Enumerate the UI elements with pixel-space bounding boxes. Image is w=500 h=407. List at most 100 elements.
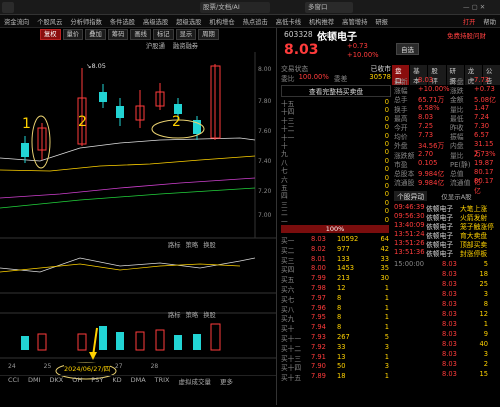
toolbar-button[interactable]: 叠加 <box>85 29 106 40</box>
order-row-buy: 买四 8.00 1453 35 <box>281 264 389 274</box>
ratio-value: 100.00% <box>298 73 329 81</box>
help-menu[interactable]: 帮助 <box>479 17 500 26</box>
buy-count: 35 <box>380 264 389 273</box>
order-row-buy: 买十五 7.89 18 1 <box>281 372 389 382</box>
indicator-tab[interactable]: DMI <box>28 376 41 387</box>
toolbar-button[interactable]: 标记 <box>152 29 174 40</box>
tick-price: 8.03 <box>442 340 457 348</box>
indicator-tab[interactable]: DKX <box>50 376 64 387</box>
quote-value: 7.30 <box>474 122 490 130</box>
high-label: 8.05 <box>91 62 106 70</box>
indicator-link[interactable]: 换股 <box>203 310 216 319</box>
stock-name: 依顿电子 <box>317 32 357 43</box>
indicator-link[interactable]: 路标 <box>168 240 181 249</box>
toolbar-button[interactable]: 显示 <box>175 29 197 40</box>
detail-header: 个股异动 仅显示A股 <box>394 191 472 201</box>
menu-item[interactable]: 资金流向 <box>0 17 33 26</box>
buy-price: 7.98 <box>311 284 326 292</box>
order-row-buy: 买十三 7.91 13 1 <box>281 353 389 363</box>
menu-item[interactable]: 超级选股 <box>172 17 205 26</box>
buy-volume: 50 <box>337 362 346 371</box>
toolbar-button[interactable]: 周期 <box>198 29 219 40</box>
buy-count: 1 <box>384 372 389 381</box>
buy-level-label: 买八 <box>281 305 295 314</box>
menu-item[interactable]: 机构增仓 <box>205 17 238 26</box>
scroll-tip[interactable]: 免费持股问财 <box>447 30 486 40</box>
toolbar-button[interactable]: 筹码 <box>107 29 129 40</box>
indicator-link[interactable]: 策略 <box>186 240 199 249</box>
sell-volume: 0 <box>384 207 389 216</box>
tick-price: 8.03 <box>442 270 457 278</box>
subtab[interactable]: 融资融券 <box>173 41 198 50</box>
indicator-tab[interactable]: CCI <box>8 376 19 387</box>
sell-volume: 0 <box>384 182 389 190</box>
indicator-tab[interactable]: OH <box>72 376 82 387</box>
event-stock: 依顿电子 <box>426 250 454 258</box>
buy-price: 7.95 <box>311 313 326 322</box>
menu-item[interactable]: 研报 <box>371 17 392 26</box>
indicator-link[interactable]: 换股 <box>203 240 216 249</box>
indicator-tab[interactable]: DMA <box>131 376 146 387</box>
indicator-link[interactable]: 路标 <box>168 310 181 319</box>
quote-value: 6.58% <box>418 103 440 112</box>
buy-price: 8.02 <box>311 244 326 253</box>
sell-volume: 0 <box>384 165 389 174</box>
buy-price: 8.01 <box>311 254 326 263</box>
indicator-tab[interactable]: KD <box>112 376 121 387</box>
buy-level-label: 买十 <box>281 325 295 334</box>
indicator-tab[interactable]: TRIX <box>155 376 170 387</box>
buy-level-label: 买五 <box>281 276 295 285</box>
order-row-buy: 买九 7.95 8 1 <box>281 313 389 324</box>
menu-item[interactable]: 高低卡线 <box>272 17 305 26</box>
buy-level-label: 买一 <box>281 237 295 245</box>
subtab[interactable]: 沪股通 <box>146 41 165 50</box>
menu-item[interactable]: 条件选股 <box>106 17 139 26</box>
notice-button[interactable]: 多窗口 <box>305 2 353 13</box>
tick-row: 8.03 2 <box>394 360 500 369</box>
tick-volume: 18 <box>479 270 488 278</box>
full-book-button[interactable]: 查看完整档买卖盘 <box>281 85 391 97</box>
tick-time: 15:00:00 <box>394 260 425 268</box>
quote-value: 8.03 <box>418 112 434 121</box>
indicator-tab[interactable]: PSY <box>91 376 103 387</box>
sell-volume: 0 <box>384 173 389 182</box>
window-controls[interactable]: — ▢ ✕ <box>460 2 488 13</box>
order-row-sell: 十五 0 <box>281 98 389 108</box>
toolbar-button[interactable]: 量价 <box>62 29 84 40</box>
y-tick: 7.60 <box>258 128 272 135</box>
buy-level-label: 买三 <box>281 256 295 265</box>
sell-volume: 0 <box>384 190 389 199</box>
search-placeholder: 股票/文档/AI <box>203 3 240 11</box>
indicator-tab[interactable]: 虚拟成交量 <box>179 376 212 387</box>
buy-count: 3 <box>384 342 389 351</box>
event-time: 09:56:30 <box>394 212 425 220</box>
buy-volume: 133 <box>337 254 350 263</box>
detail-filter[interactable]: 仅显示A股 <box>441 191 471 201</box>
buy-count: 1 <box>384 323 389 332</box>
order-row-buy: 买十一 7.93 267 5 <box>281 333 389 343</box>
indicator-tab[interactable]: 更多 <box>220 376 233 387</box>
menu-item[interactable]: 高管增持 <box>338 17 371 26</box>
sell-volume: 0 <box>384 123 389 132</box>
buy-level-label: 买九 <box>281 315 295 324</box>
buy-volume: 10592 <box>337 235 359 243</box>
toolbar-button[interactable]: 复权 <box>40 29 61 40</box>
toolbar-button[interactable]: 画线 <box>130 29 151 40</box>
tick-row: 8.03 1 <box>394 320 500 329</box>
menu-item[interactable]: 热点追击 <box>239 17 272 26</box>
open-menu[interactable]: 打开 <box>459 17 480 26</box>
quote-value: 8.03 <box>418 76 434 84</box>
indicator-link[interactable]: 策略 <box>186 310 199 319</box>
detail-title[interactable]: 个股异动 <box>394 191 428 201</box>
search-input[interactable]: 股票/文档/AI <box>200 2 270 13</box>
event-time: 09:46:39 <box>394 203 425 211</box>
tick-price: 8.03 <box>442 290 457 298</box>
high-marker: ↘8.05 <box>86 62 106 70</box>
buy-price: 7.97 <box>311 293 326 302</box>
menu-item[interactable]: 机构推荐 <box>305 17 338 26</box>
menu-item[interactable]: 高级选股 <box>139 17 172 26</box>
order-row-buy: 买八 7.96 8 1 <box>281 304 389 314</box>
menu-item[interactable]: 分析师指数 <box>66 17 105 26</box>
menu-item[interactable]: 个股风云 <box>33 17 66 26</box>
add-watchlist-button[interactable]: 自选 <box>396 43 419 55</box>
